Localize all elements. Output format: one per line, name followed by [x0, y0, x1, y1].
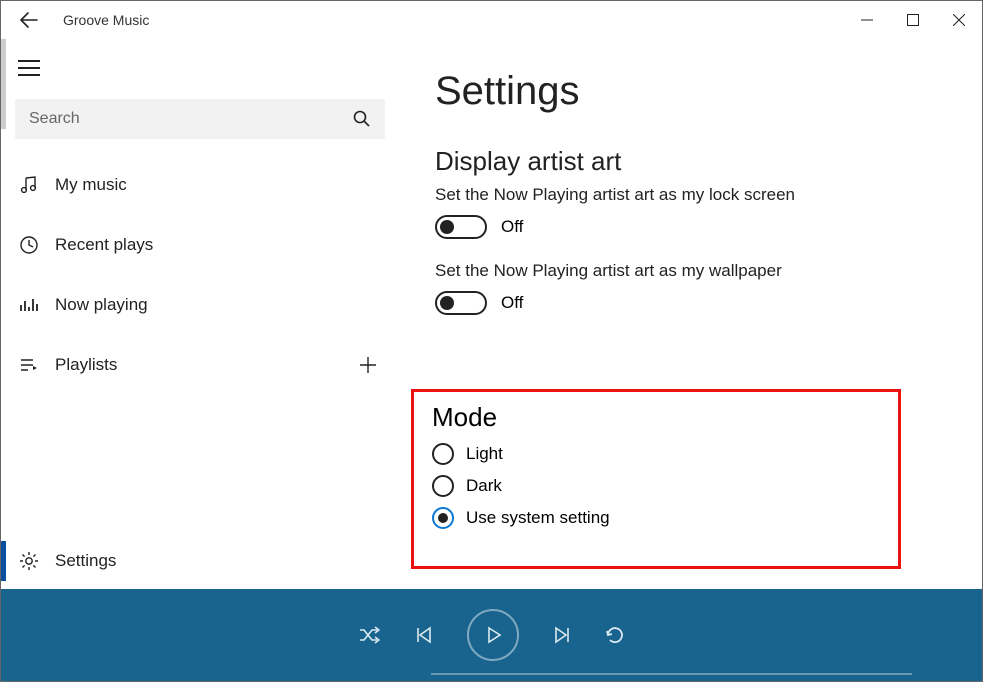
radio-label: Dark — [466, 476, 502, 496]
lock-screen-state: Off — [501, 217, 523, 237]
radio-icon — [432, 507, 454, 529]
back-arrow-icon — [20, 11, 38, 29]
hamburger-button[interactable] — [5, 45, 53, 91]
back-button[interactable] — [7, 1, 51, 39]
hamburger-icon — [18, 60, 40, 76]
shuffle-button[interactable] — [359, 626, 381, 644]
search-input[interactable] — [29, 110, 353, 128]
radio-icon — [432, 443, 454, 465]
player-transport — [359, 609, 625, 661]
search-box[interactable] — [15, 99, 385, 139]
artist-art-heading: Display artist art — [435, 146, 982, 177]
nav-playlists[interactable]: Playlists — [1, 335, 399, 395]
wallpaper-toggle-row: Off — [435, 291, 982, 315]
body-area: My music Recent plays Now playing — [1, 39, 982, 589]
settings-label: Settings — [55, 551, 116, 571]
mode-option-system[interactable]: Use system setting — [432, 507, 884, 529]
sidebar-scrollbar[interactable] — [1, 39, 6, 129]
maximize-icon — [907, 14, 919, 26]
music-note-icon — [19, 175, 55, 195]
nav-label: My music — [55, 175, 399, 195]
wallpaper-state: Off — [501, 293, 523, 313]
lock-screen-toggle-row: Off — [435, 215, 982, 239]
clock-icon — [19, 235, 55, 255]
progress-bar[interactable] — [431, 673, 912, 675]
mode-option-light[interactable]: Light — [432, 443, 884, 465]
next-icon — [553, 626, 571, 644]
next-button[interactable] — [553, 626, 571, 644]
playlist-icon — [19, 355, 55, 375]
lock-screen-desc: Set the Now Playing artist art as my loc… — [435, 185, 982, 205]
minimize-icon — [861, 14, 873, 26]
plus-icon — [359, 356, 377, 374]
equalizer-icon — [19, 295, 55, 315]
wallpaper-toggle[interactable] — [435, 291, 487, 315]
nav-now-playing[interactable]: Now playing — [1, 275, 399, 335]
radio-icon — [432, 475, 454, 497]
repeat-button[interactable] — [605, 625, 625, 645]
close-icon — [953, 14, 965, 26]
play-button[interactable] — [467, 609, 519, 661]
play-icon — [483, 625, 503, 645]
titlebar: Groove Music — [1, 1, 982, 39]
search-icon — [353, 110, 371, 128]
player-bar — [1, 589, 982, 681]
mode-option-dark[interactable]: Dark — [432, 475, 884, 497]
app-title: Groove Music — [63, 12, 149, 28]
app-window: Groove Music — [0, 0, 983, 682]
gear-icon — [19, 551, 55, 571]
nav-my-music[interactable]: My music — [1, 155, 399, 215]
radio-label: Use system setting — [466, 508, 610, 528]
shuffle-icon — [359, 626, 381, 644]
lock-screen-toggle[interactable] — [435, 215, 487, 239]
nav-label: Recent plays — [55, 235, 399, 255]
nav-label: Now playing — [55, 295, 399, 315]
nav-settings[interactable]: Settings — [1, 533, 399, 589]
previous-icon — [415, 626, 433, 644]
mode-heading: Mode — [432, 402, 884, 433]
add-playlist-button[interactable] — [359, 356, 377, 374]
window-controls — [844, 1, 982, 39]
previous-button[interactable] — [415, 626, 433, 644]
mode-section-highlight: Mode Light Dark Use system setting — [411, 389, 901, 569]
sidebar: My music Recent plays Now playing — [1, 39, 399, 589]
nav-list: My music Recent plays Now playing — [1, 155, 399, 395]
content-pane: Settings Display artist art Set the Now … — [399, 39, 982, 589]
nav-label: Playlists — [55, 355, 359, 375]
nav-recent-plays[interactable]: Recent plays — [1, 215, 399, 275]
page-title: Settings — [435, 69, 982, 114]
radio-label: Light — [466, 444, 503, 464]
minimize-button[interactable] — [844, 1, 890, 39]
maximize-button[interactable] — [890, 1, 936, 39]
wallpaper-desc: Set the Now Playing artist art as my wal… — [435, 261, 982, 281]
close-button[interactable] — [936, 1, 982, 39]
repeat-icon — [605, 625, 625, 645]
